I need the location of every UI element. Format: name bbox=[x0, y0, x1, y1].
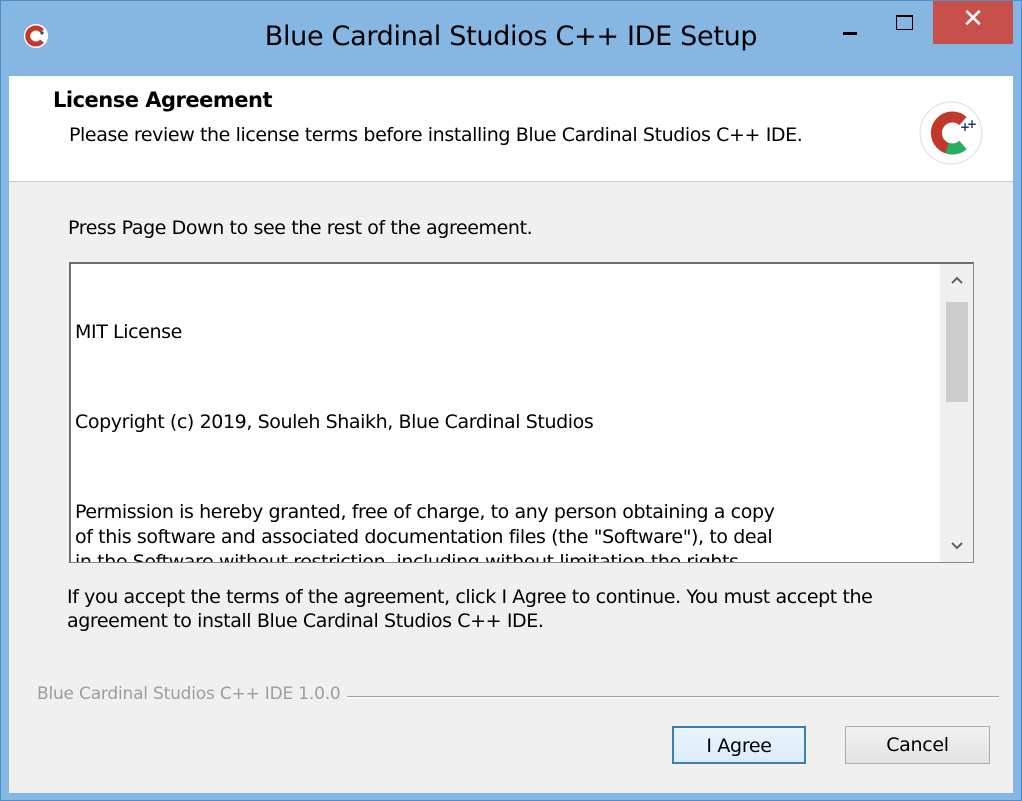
svg-text:+: + bbox=[967, 117, 977, 131]
scroll-thumb[interactable] bbox=[946, 302, 968, 402]
branding-text: Blue Cardinal Studios C++ IDE 1.0.0 bbox=[37, 684, 347, 704]
minimize-icon bbox=[843, 32, 857, 35]
license-paragraph: Permission is hereby granted, free of ch… bbox=[75, 501, 775, 563]
cancel-button[interactable]: Cancel bbox=[845, 726, 990, 764]
license-paragraph: MIT License bbox=[75, 321, 182, 343]
page-subtitle: Please review the license terms before i… bbox=[69, 124, 803, 146]
vertical-scrollbar[interactable] bbox=[940, 264, 973, 562]
maximize-button[interactable] bbox=[879, 1, 931, 44]
license-paragraph: Copyright (c) 2019, Souleh Shaikh, Blue … bbox=[75, 411, 594, 433]
i-agree-button[interactable]: I Agree bbox=[672, 726, 806, 764]
license-text: MIT License Copyright (c) 2019, Souleh S… bbox=[75, 270, 935, 563]
maximize-icon bbox=[896, 15, 913, 30]
scroll-down-icon[interactable] bbox=[940, 530, 973, 562]
setup-window: Blue Cardinal Studios C++ IDE Setup ✕ Li… bbox=[0, 0, 1022, 801]
close-icon: ✕ bbox=[962, 4, 984, 34]
branding-separator: Blue Cardinal Studios C++ IDE 1.0.0 bbox=[37, 684, 999, 708]
page-title: License Agreement bbox=[53, 88, 273, 112]
cpp-logo-icon: + + bbox=[919, 101, 983, 165]
title-bar[interactable]: Blue Cardinal Studios C++ IDE Setup ✕ bbox=[1, 1, 1021, 76]
dialog-header: License Agreement Please review the lice… bbox=[9, 76, 1013, 182]
license-text-area[interactable]: MIT License Copyright (c) 2019, Souleh S… bbox=[69, 262, 974, 563]
minimize-button[interactable] bbox=[824, 1, 876, 44]
scroll-up-icon[interactable] bbox=[940, 264, 973, 296]
page-down-instruction: Press Page Down to see the rest of the a… bbox=[68, 217, 533, 239]
close-button[interactable]: ✕ bbox=[933, 1, 1013, 44]
dialog-client-area: License Agreement Please review the lice… bbox=[9, 76, 1013, 793]
accept-instructions: If you accept the terms of the agreement… bbox=[67, 586, 873, 632]
